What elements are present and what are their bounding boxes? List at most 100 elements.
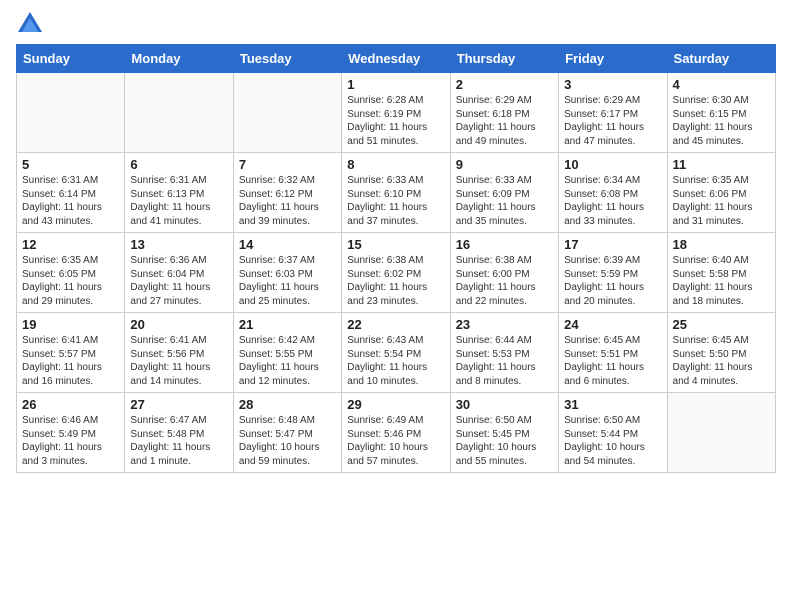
day-number: 20 (130, 317, 227, 332)
calendar-cell: 8 Sunrise: 6:33 AMSunset: 6:10 PMDaylight… (342, 153, 450, 233)
day-info: Sunrise: 6:36 AMSunset: 6:04 PMDaylight:… (130, 254, 227, 308)
calendar-cell: 15 Sunrise: 6:38 AMSunset: 6:02 PMDayligh… (342, 233, 450, 313)
calendar-cell: 25 Sunrise: 6:45 AMSunset: 5:50 PMDayligh… (667, 313, 775, 393)
calendar-cell: 18 Sunrise: 6:40 AMSunset: 5:58 PMDayligh… (667, 233, 775, 313)
column-header-sunday: Sunday (17, 45, 125, 73)
calendar-cell: 14 Sunrise: 6:37 AMSunset: 6:03 PMDayligh… (233, 233, 341, 313)
day-info: Sunrise: 6:38 AMSunset: 6:02 PMDaylight:… (347, 254, 444, 308)
day-info: Sunrise: 6:31 AMSunset: 6:14 PMDaylight:… (22, 174, 119, 228)
day-info: Sunrise: 6:35 AMSunset: 6:05 PMDaylight:… (22, 254, 119, 308)
calendar-header-row: SundayMondayTuesdayWednesdayThursdayFrid… (17, 45, 776, 73)
day-number: 31 (564, 397, 661, 412)
calendar-cell: 23 Sunrise: 6:44 AMSunset: 5:53 PMDayligh… (450, 313, 558, 393)
calendar-cell: 17 Sunrise: 6:39 AMSunset: 5:59 PMDayligh… (559, 233, 667, 313)
day-info: Sunrise: 6:41 AMSunset: 5:56 PMDaylight:… (130, 334, 227, 388)
calendar-cell: 9 Sunrise: 6:33 AMSunset: 6:09 PMDaylight… (450, 153, 558, 233)
day-info: Sunrise: 6:40 AMSunset: 5:58 PMDaylight:… (673, 254, 770, 308)
day-number: 12 (22, 237, 119, 252)
calendar-cell: 28Sunrise: 6:48 AMSunset: 5:47 PMDayligh… (233, 393, 341, 473)
logo (16, 10, 48, 38)
calendar-cell: 6 Sunrise: 6:31 AMSunset: 6:13 PMDaylight… (125, 153, 233, 233)
day-number: 19 (22, 317, 119, 332)
day-info: Sunrise: 6:33 AMSunset: 6:10 PMDaylight:… (347, 174, 444, 228)
day-info: Sunrise: 6:34 AMSunset: 6:08 PMDaylight:… (564, 174, 661, 228)
day-info: Sunrise: 6:50 AMSunset: 5:44 PMDaylight:… (564, 414, 661, 468)
day-info: Sunrise: 6:46 AMSunset: 5:49 PMDaylight:… (22, 414, 119, 468)
calendar-cell: 5 Sunrise: 6:31 AMSunset: 6:14 PMDaylight… (17, 153, 125, 233)
calendar-cell: 26 Sunrise: 6:46 AMSunset: 5:49 PMDayligh… (17, 393, 125, 473)
day-number: 23 (456, 317, 553, 332)
day-info: Sunrise: 6:45 AMSunset: 5:50 PMDaylight:… (673, 334, 770, 388)
day-info: Sunrise: 6:35 AMSunset: 6:06 PMDaylight:… (673, 174, 770, 228)
calendar-cell: 24Sunrise: 6:45 AMSunset: 5:51 PMDayligh… (559, 313, 667, 393)
day-info: Sunrise: 6:38 AMSunset: 6:00 PMDaylight:… (456, 254, 553, 308)
day-info: Sunrise: 6:45 AMSunset: 5:51 PMDaylight:… (564, 334, 661, 388)
calendar-table: SundayMondayTuesdayWednesdayThursdayFrid… (16, 44, 776, 473)
day-number: 13 (130, 237, 227, 252)
column-header-wednesday: Wednesday (342, 45, 450, 73)
logo-icon (16, 10, 44, 38)
calendar-cell: 2 Sunrise: 6:29 AMSunset: 6:18 PMDaylight… (450, 73, 558, 153)
calendar-cell: 3 Sunrise: 6:29 AMSunset: 6:17 PMDaylight… (559, 73, 667, 153)
calendar-cell (125, 73, 233, 153)
day-info: Sunrise: 6:39 AMSunset: 5:59 PMDaylight:… (564, 254, 661, 308)
day-number: 3 (564, 77, 661, 92)
week-row-1: 1 Sunrise: 6:28 AMSunset: 6:19 PMDaylight… (17, 73, 776, 153)
week-row-2: 5 Sunrise: 6:31 AMSunset: 6:14 PMDaylight… (17, 153, 776, 233)
day-number: 6 (130, 157, 227, 172)
day-number: 18 (673, 237, 770, 252)
day-info: Sunrise: 6:41 AMSunset: 5:57 PMDaylight:… (22, 334, 119, 388)
week-row-4: 19 Sunrise: 6:41 AMSunset: 5:57 PMDayligh… (17, 313, 776, 393)
day-info: Sunrise: 6:28 AMSunset: 6:19 PMDaylight:… (347, 94, 444, 148)
day-number: 1 (347, 77, 444, 92)
day-number: 26 (22, 397, 119, 412)
column-header-thursday: Thursday (450, 45, 558, 73)
calendar-cell: 19 Sunrise: 6:41 AMSunset: 5:57 PMDayligh… (17, 313, 125, 393)
day-info: Sunrise: 6:37 AMSunset: 6:03 PMDaylight:… (239, 254, 336, 308)
calendar-cell: 1 Sunrise: 6:28 AMSunset: 6:19 PMDaylight… (342, 73, 450, 153)
day-info: Sunrise: 6:29 AMSunset: 6:18 PMDaylight:… (456, 94, 553, 148)
column-header-monday: Monday (125, 45, 233, 73)
calendar-cell: 10 Sunrise: 6:34 AMSunset: 6:08 PMDayligh… (559, 153, 667, 233)
day-number: 17 (564, 237, 661, 252)
day-number: 2 (456, 77, 553, 92)
week-row-5: 26 Sunrise: 6:46 AMSunset: 5:49 PMDayligh… (17, 393, 776, 473)
day-info: Sunrise: 6:32 AMSunset: 6:12 PMDaylight:… (239, 174, 336, 228)
calendar-cell: 29Sunrise: 6:49 AMSunset: 5:46 PMDayligh… (342, 393, 450, 473)
day-number: 15 (347, 237, 444, 252)
calendar-cell (667, 393, 775, 473)
day-info: Sunrise: 6:29 AMSunset: 6:17 PMDaylight:… (564, 94, 661, 148)
day-number: 11 (673, 157, 770, 172)
day-number: 28 (239, 397, 336, 412)
day-info: Sunrise: 6:43 AMSunset: 5:54 PMDaylight:… (347, 334, 444, 388)
day-number: 4 (673, 77, 770, 92)
calendar-cell: 7 Sunrise: 6:32 AMSunset: 6:12 PMDaylight… (233, 153, 341, 233)
day-number: 27 (130, 397, 227, 412)
calendar-cell: 4Sunrise: 6:30 AMSunset: 6:15 PMDaylight… (667, 73, 775, 153)
calendar-cell: 31 Sunrise: 6:50 AMSunset: 5:44 PMDayligh… (559, 393, 667, 473)
calendar-cell: 12 Sunrise: 6:35 AMSunset: 6:05 PMDayligh… (17, 233, 125, 313)
header (16, 10, 776, 38)
calendar-cell: 13 Sunrise: 6:36 AMSunset: 6:04 PMDayligh… (125, 233, 233, 313)
calendar-cell: 22 Sunrise: 6:43 AMSunset: 5:54 PMDayligh… (342, 313, 450, 393)
calendar-cell: 30Sunrise: 6:50 AMSunset: 5:45 PMDayligh… (450, 393, 558, 473)
day-info: Sunrise: 6:31 AMSunset: 6:13 PMDaylight:… (130, 174, 227, 228)
day-number: 7 (239, 157, 336, 172)
calendar-cell: 11 Sunrise: 6:35 AMSunset: 6:06 PMDayligh… (667, 153, 775, 233)
column-header-friday: Friday (559, 45, 667, 73)
day-info: Sunrise: 6:42 AMSunset: 5:55 PMDaylight:… (239, 334, 336, 388)
calendar-cell: 21 Sunrise: 6:42 AMSunset: 5:55 PMDayligh… (233, 313, 341, 393)
day-number: 29 (347, 397, 444, 412)
day-number: 25 (673, 317, 770, 332)
day-number: 10 (564, 157, 661, 172)
day-info: Sunrise: 6:33 AMSunset: 6:09 PMDaylight:… (456, 174, 553, 228)
day-number: 9 (456, 157, 553, 172)
week-row-3: 12 Sunrise: 6:35 AMSunset: 6:05 PMDayligh… (17, 233, 776, 313)
calendar-cell (233, 73, 341, 153)
day-number: 14 (239, 237, 336, 252)
day-number: 22 (347, 317, 444, 332)
day-info: Sunrise: 6:44 AMSunset: 5:53 PMDaylight:… (456, 334, 553, 388)
day-number: 8 (347, 157, 444, 172)
day-number: 21 (239, 317, 336, 332)
day-number: 5 (22, 157, 119, 172)
